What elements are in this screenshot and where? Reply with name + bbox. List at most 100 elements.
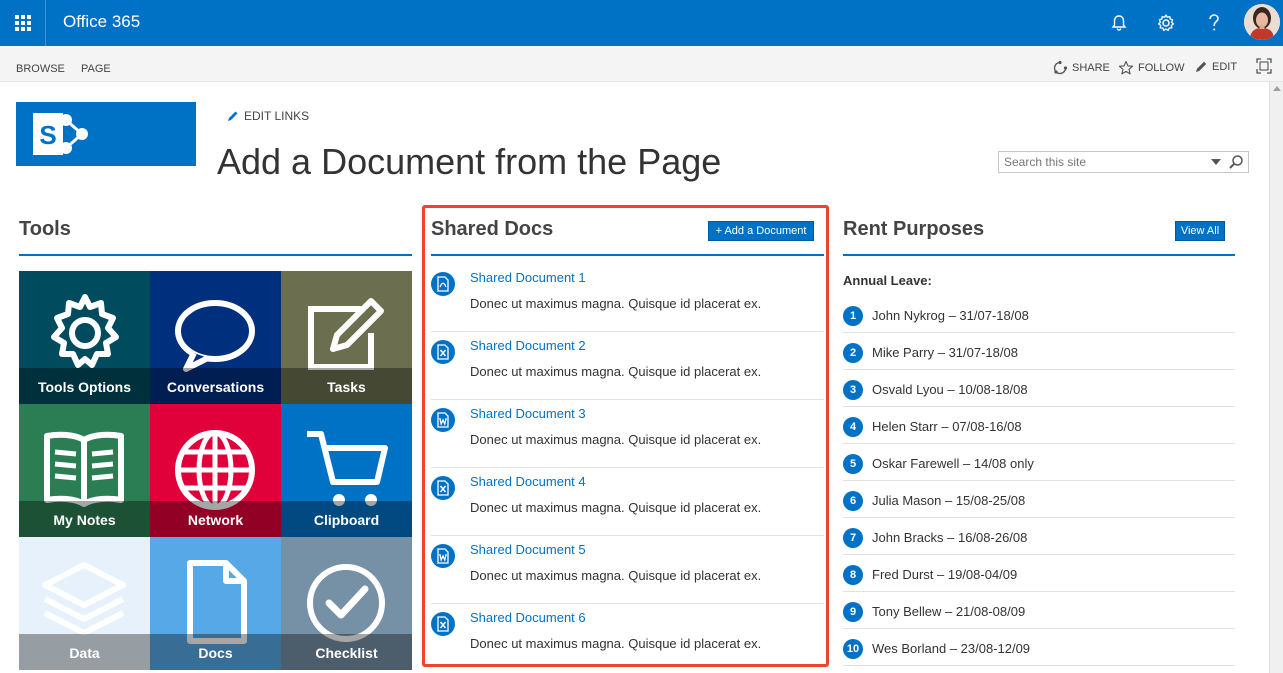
list-item: 9 Tony Bellew – 21/08-08/09 (843, 592, 1235, 629)
rent-purposes-divider (843, 254, 1235, 256)
list-item: Shared Document 6 Donec ut maximus magna… (431, 604, 824, 672)
focus-mode-button[interactable] (1256, 58, 1272, 74)
rent-purposes-heading: Rent Purposes (843, 218, 985, 240)
user-avatar[interactable] (1244, 4, 1280, 40)
tab-page[interactable]: PAGE (81, 63, 111, 75)
word-icon (431, 408, 455, 432)
list-item: 7 John Bracks – 16/08-26/08 (843, 518, 1235, 555)
list-number-badge: 1 (843, 306, 863, 326)
list-item: Shared Document 3 Donec ut maximus magna… (431, 400, 824, 468)
leave-entry-text: John Bracks – 16/08-26/08 (872, 530, 1028, 545)
list-item: 1 John Nykrog – 31/07-18/08 (843, 296, 1235, 333)
document-link[interactable]: Shared Document 3 (470, 406, 586, 421)
pencil-icon (1196, 61, 1207, 72)
document-description: Donec ut maximus magna. Quisque id place… (470, 364, 762, 379)
search-input[interactable] (999, 152, 1204, 172)
shared-docs-heading: Shared Docs (431, 218, 554, 240)
list-item: Shared Document 5 Donec ut maximus magna… (431, 536, 824, 604)
suite-title[interactable]: Office 365 (63, 12, 140, 32)
tools-tile-grid: Tools Options Conversations Tasks My Not… (19, 271, 412, 670)
list-number-badge: 8 (843, 565, 863, 585)
tile-label: Checklist (281, 634, 412, 670)
page-scrollbar[interactable] (1269, 82, 1283, 673)
search-scope-dropdown-icon[interactable] (1211, 159, 1221, 165)
tile-clipboard[interactable]: Clipboard (281, 404, 412, 537)
pdf-icon (431, 272, 455, 296)
help-button[interactable] (1200, 9, 1228, 37)
share-icon (1053, 60, 1068, 75)
view-all-button[interactable]: View All (1175, 221, 1225, 241)
add-document-button[interactable]: + Add a Document (708, 221, 814, 241)
waffle-icon (14, 15, 31, 31)
document-description: Donec ut maximus magna. Quisque id place… (470, 568, 762, 583)
leave-entry-text: Helen Starr – 07/08-16/08 (872, 419, 1022, 434)
word-icon (431, 544, 455, 568)
leave-entry-text: Wes Borland – 23/08-12/09 (872, 641, 1031, 656)
leave-entry-text: Julia Mason – 15/08-25/08 (872, 493, 1026, 508)
document-link[interactable]: Shared Document 4 (470, 474, 586, 489)
list-item: 3 Osvald Lyou – 10/08-18/08 (843, 370, 1235, 407)
edit-links-button[interactable]: EDIT LINKS (227, 109, 309, 123)
annual-leave-subheading: Annual Leave: (843, 273, 932, 288)
document-link[interactable]: Shared Document 2 (470, 338, 586, 353)
user-photo-icon (1244, 4, 1280, 40)
fullscreen-icon (1256, 58, 1272, 74)
leave-entry-text: Osvald Lyou – 10/08-18/08 (872, 382, 1028, 397)
tile-conversations[interactable]: Conversations (150, 271, 281, 404)
tile-tools-options[interactable]: Tools Options (19, 271, 150, 404)
document-link[interactable]: Shared Document 5 (470, 542, 586, 557)
search-icon[interactable] (1228, 154, 1244, 170)
scroll-up-arrow-icon[interactable] (1273, 86, 1281, 91)
edit-label: EDIT (1212, 61, 1238, 73)
list-number-badge: 7 (843, 528, 863, 548)
document-description: Donec ut maximus magna. Quisque id place… (470, 500, 762, 515)
leave-entry-text: Fred Durst – 19/08-04/09 (872, 567, 1018, 582)
edit-links-label: EDIT LINKS (244, 109, 310, 123)
document-description: Donec ut maximus magna. Quisque id place… (470, 432, 762, 447)
app-launcher-button[interactable] (0, 0, 46, 46)
list-number-badge: 3 (843, 380, 863, 400)
notifications-button[interactable] (1105, 9, 1133, 37)
list-item: 2 Mike Parry – 31/07-18/08 (843, 333, 1235, 370)
pencil-icon (228, 111, 238, 121)
list-number-badge: 5 (843, 454, 863, 474)
list-number-badge: 9 (843, 602, 863, 622)
document-link[interactable]: Shared Document 6 (470, 610, 586, 625)
tools-heading: Tools (19, 218, 71, 240)
tile-label: Network (150, 501, 281, 537)
shared-docs-divider (431, 254, 824, 256)
tile-checklist[interactable]: Checklist (281, 537, 412, 670)
tile-data[interactable]: Data (19, 537, 150, 670)
tile-docs[interactable]: Docs (150, 537, 281, 670)
tile-network[interactable]: Network (150, 404, 281, 537)
site-logo[interactable]: S (16, 102, 196, 166)
suite-bar: Office 365 (0, 0, 1283, 46)
leave-entry-text: Oskar Farewell – 14/08 only (872, 456, 1034, 471)
edit-button[interactable]: EDIT (1194, 60, 1237, 74)
follow-button[interactable]: FOLLOW (1118, 60, 1184, 76)
document-link[interactable]: Shared Document 1 (470, 270, 586, 285)
sharepoint-logo-icon: S (33, 113, 88, 155)
list-number-badge: 10 (843, 639, 863, 659)
document-description: Donec ut maximus magna. Quisque id place… (470, 296, 762, 311)
leave-entry-text: Mike Parry – 31/07-18/08 (872, 345, 1018, 360)
svg-text:S: S (39, 120, 56, 150)
list-item: 4 Helen Starr – 07/08-16/08 (843, 407, 1235, 444)
settings-button[interactable] (1152, 9, 1180, 37)
list-item: Shared Document 1 Donec ut maximus magna… (431, 264, 824, 332)
site-search (998, 151, 1249, 173)
tile-tasks[interactable]: Tasks (281, 271, 412, 404)
document-description: Donec ut maximus magna. Quisque id place… (470, 636, 762, 651)
tile-label: Docs (150, 634, 281, 670)
tile-my-notes[interactable]: My Notes (19, 404, 150, 537)
gear-icon (1157, 14, 1175, 32)
list-item: 5 Oskar Farewell – 14/08 only (843, 444, 1235, 481)
tools-divider (19, 254, 412, 256)
question-mark-icon (1209, 14, 1219, 31)
follow-label: FOLLOW (1138, 62, 1185, 74)
page-title: Add a Document from the Page (217, 141, 722, 182)
star-icon (1118, 60, 1134, 75)
tile-label: Data (19, 634, 150, 670)
tab-browse[interactable]: BROWSE (16, 63, 65, 75)
share-button[interactable]: SHARE (1052, 60, 1110, 76)
